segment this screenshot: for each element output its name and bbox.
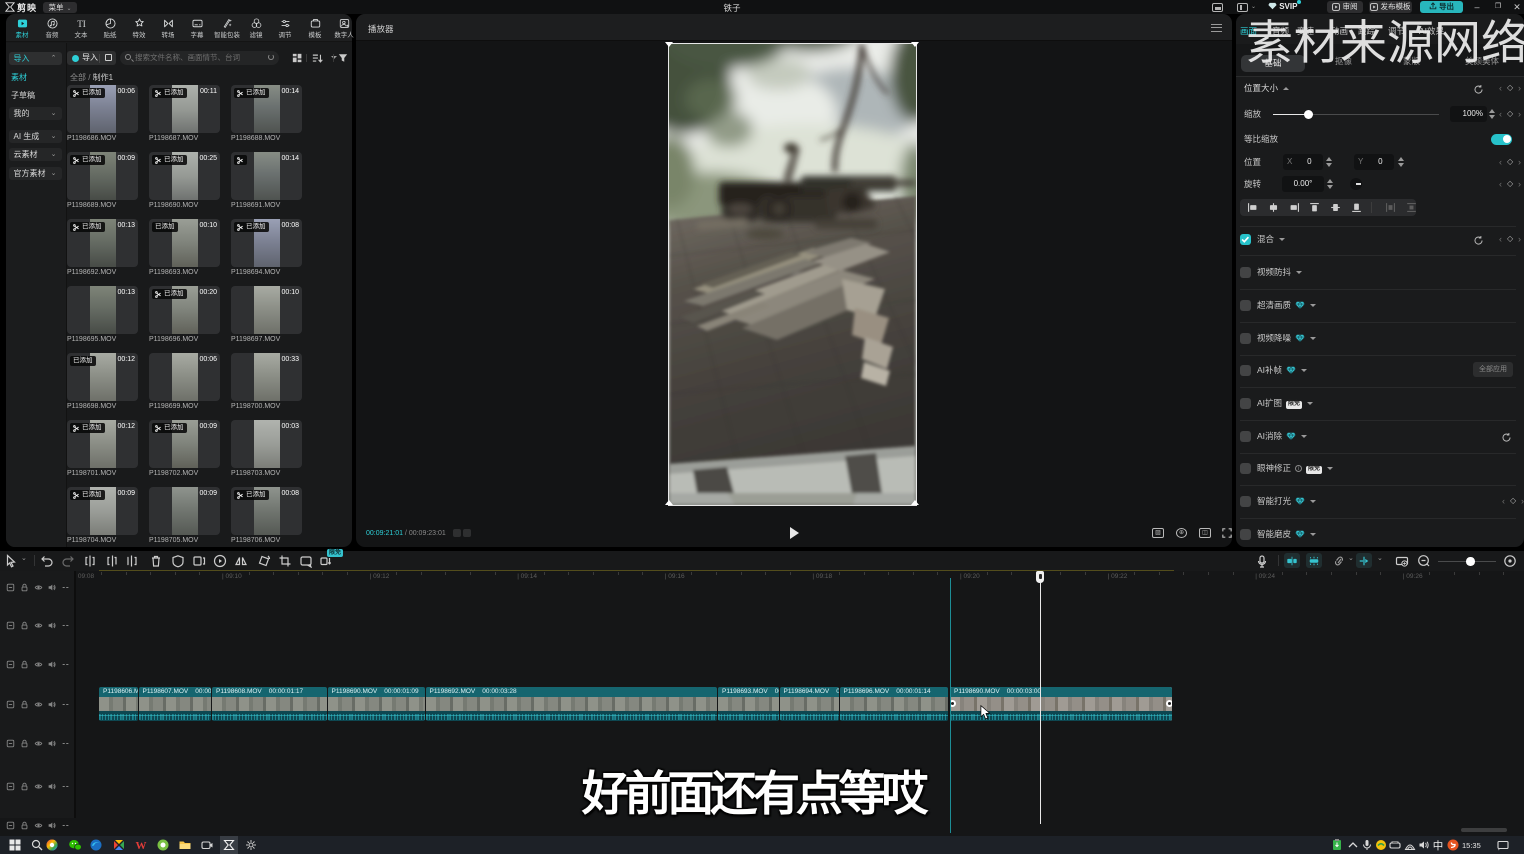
svg-text:TI: TI [77, 19, 86, 29]
svg-text:W: W [136, 840, 147, 851]
svg-text:中: 中 [1433, 839, 1444, 851]
